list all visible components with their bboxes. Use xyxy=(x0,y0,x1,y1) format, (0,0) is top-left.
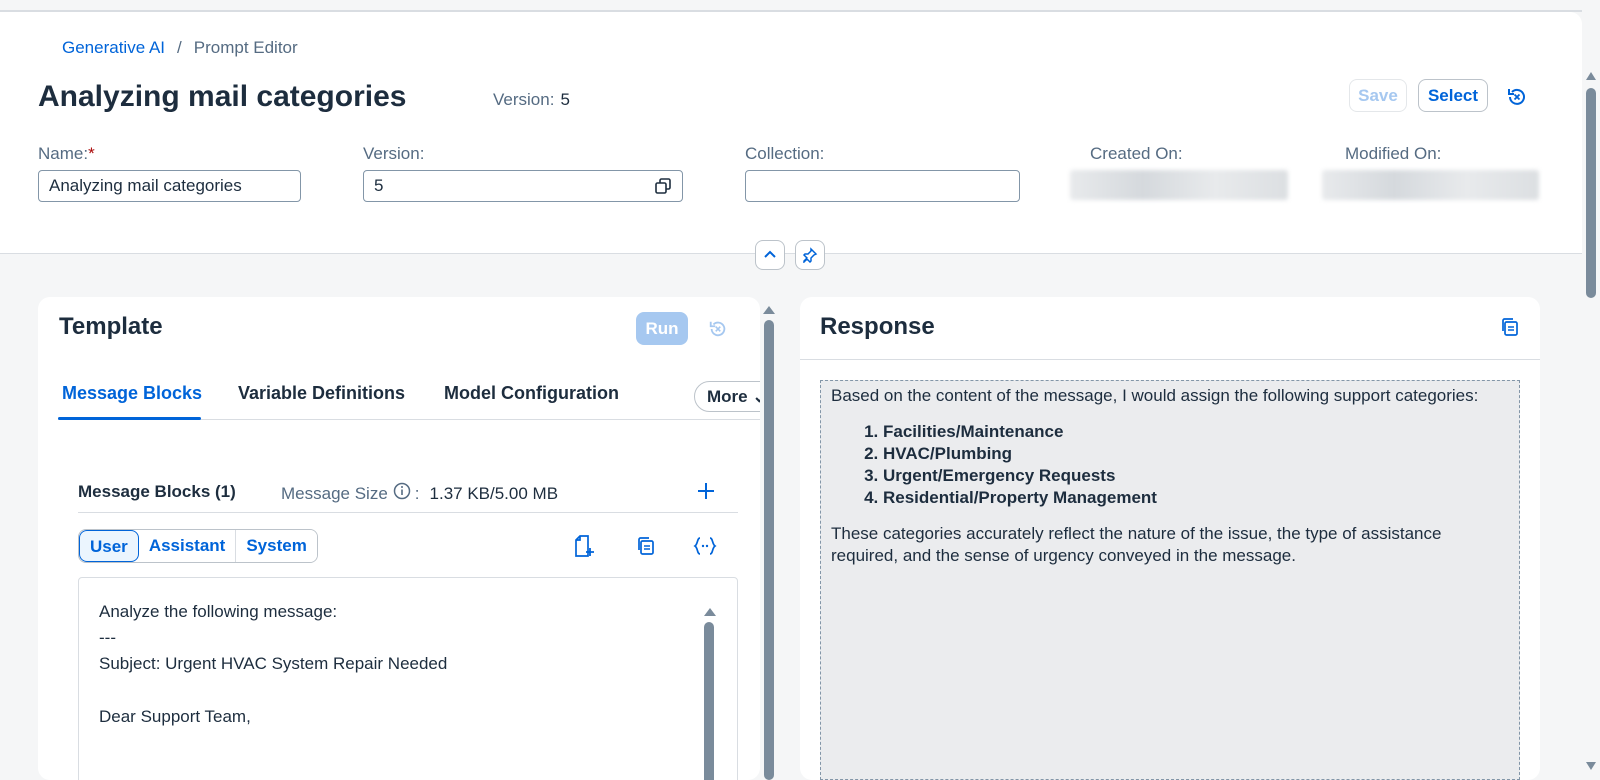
pane-scrollbar[interactable] xyxy=(764,320,774,780)
message-blocks-title: Message Blocks (1) xyxy=(78,482,236,501)
version-label: Version: xyxy=(363,144,425,163)
collection-field[interactable] xyxy=(745,170,1020,202)
message-line: Dear Support Team, xyxy=(99,707,251,726)
modified-on-value-redacted xyxy=(1322,170,1539,200)
breadcrumb-separator: / xyxy=(177,38,182,57)
version-field[interactable]: 5 xyxy=(363,170,683,202)
list-item: Residential/Property Management xyxy=(883,487,1509,509)
breadcrumb-current: Prompt Editor xyxy=(193,38,298,57)
info-icon[interactable] xyxy=(393,482,411,505)
page-scroll-down-icon[interactable] xyxy=(1585,758,1597,776)
role-user[interactable]: User xyxy=(79,530,139,562)
chevron-down-icon: ⌄ xyxy=(752,387,760,406)
name-label: Name:* xyxy=(38,144,95,163)
name-field[interactable]: Analyzing mail categories xyxy=(38,170,301,202)
save-button[interactable]: Save xyxy=(1349,79,1407,112)
message-blocks-header: Message Blocks (1) Message Size : 1.37 K… xyxy=(78,467,738,513)
reset-icon[interactable] xyxy=(1504,84,1530,110)
tab-variable-definitions[interactable]: Variable Definitions xyxy=(238,383,405,404)
created-on-value-redacted xyxy=(1070,170,1288,200)
message-line: Subject: Urgent HVAC System Repair Neede… xyxy=(99,654,448,673)
response-intro: Based on the content of the message, I w… xyxy=(831,386,1479,405)
page-scroll-thumb[interactable] xyxy=(1586,88,1596,298)
list-item: HVAC/Plumbing xyxy=(883,443,1509,465)
response-title: Response xyxy=(820,313,935,340)
pin-header-button[interactable] xyxy=(795,240,825,270)
tab-model-configuration[interactable]: Model Configuration xyxy=(444,383,619,404)
role-assistant[interactable]: Assistant xyxy=(138,530,236,562)
scroll-up-arrow-icon[interactable] xyxy=(703,604,717,622)
copy-response-icon[interactable] xyxy=(1498,315,1522,339)
list-item: Urgent/Emergency Requests xyxy=(883,465,1509,487)
response-divider xyxy=(800,359,1540,360)
more-tabs-button[interactable]: More ⌄ xyxy=(694,381,760,412)
header-version: Version: 5 xyxy=(493,90,570,110)
page-title: Analyzing mail categories xyxy=(38,80,407,113)
run-button[interactable]: Run xyxy=(636,312,688,345)
copy-icon[interactable] xyxy=(634,534,658,558)
copy-version-icon[interactable] xyxy=(654,177,672,200)
active-tab-indicator xyxy=(58,417,201,420)
message-editor[interactable]: Analyze the following message: --- Subje… xyxy=(78,577,738,780)
variable-icon[interactable] xyxy=(692,534,718,558)
response-category-list: Facilities/Maintenance HVAC/Plumbing Urg… xyxy=(883,421,1509,509)
add-icon[interactable] xyxy=(694,479,718,503)
response-output: Based on the content of the message, I w… xyxy=(820,380,1520,780)
page-header: Generative AI / Prompt Editor Analyzing ma… xyxy=(0,12,1582,254)
pin-icon xyxy=(802,247,818,263)
template-card: Template Run Message Blocks Variable Def… xyxy=(38,297,760,780)
select-button[interactable]: Select xyxy=(1418,79,1488,112)
template-tabs: Message Blocks Variable Definitions Mode… xyxy=(58,375,760,420)
reset-template-icon[interactable] xyxy=(706,317,730,341)
tab-message-blocks[interactable]: Message Blocks xyxy=(62,383,202,404)
message-line: --- xyxy=(99,628,116,647)
page-scroll-up-icon[interactable] xyxy=(1585,68,1597,86)
response-conclusion: These categories accurately reflect the … xyxy=(831,524,1442,565)
message-scrollbar[interactable] xyxy=(704,622,714,780)
breadcrumb: Generative AI / Prompt Editor xyxy=(62,38,298,58)
chevron-up-icon xyxy=(764,250,776,258)
role-selector: User Assistant System xyxy=(78,529,318,563)
required-marker: * xyxy=(88,144,95,163)
collapse-header-button[interactable] xyxy=(755,240,785,270)
header-version-value: 5 xyxy=(560,90,570,109)
message-size-label: Message Size xyxy=(281,483,388,503)
collection-label: Collection: xyxy=(745,144,825,163)
message-line: Analyze the following message: xyxy=(99,602,338,621)
template-title: Template xyxy=(59,313,163,340)
modified-on-label: Modified On: xyxy=(1345,144,1442,163)
version-field-value: 5 xyxy=(374,176,384,195)
role-system[interactable]: System xyxy=(235,530,317,562)
more-label: More xyxy=(707,387,748,406)
list-item: Facilities/Maintenance xyxy=(883,421,1509,443)
add-document-icon[interactable] xyxy=(572,533,596,559)
message-size-value: 1.37 KB/5.00 MB xyxy=(429,483,559,503)
page-scrollbar[interactable] xyxy=(1582,68,1600,770)
created-on-label: Created On: xyxy=(1090,144,1183,163)
breadcrumb-generative-ai[interactable]: Generative AI xyxy=(62,38,165,57)
pane-scroll-up-icon[interactable] xyxy=(762,302,776,320)
header-version-label: Version: xyxy=(493,90,555,109)
response-card: Response Based on the content of the mes… xyxy=(800,297,1540,780)
message-size: Message Size : 1.37 KB/5.00 MB xyxy=(281,482,558,505)
message-size-separator: : xyxy=(414,483,420,503)
